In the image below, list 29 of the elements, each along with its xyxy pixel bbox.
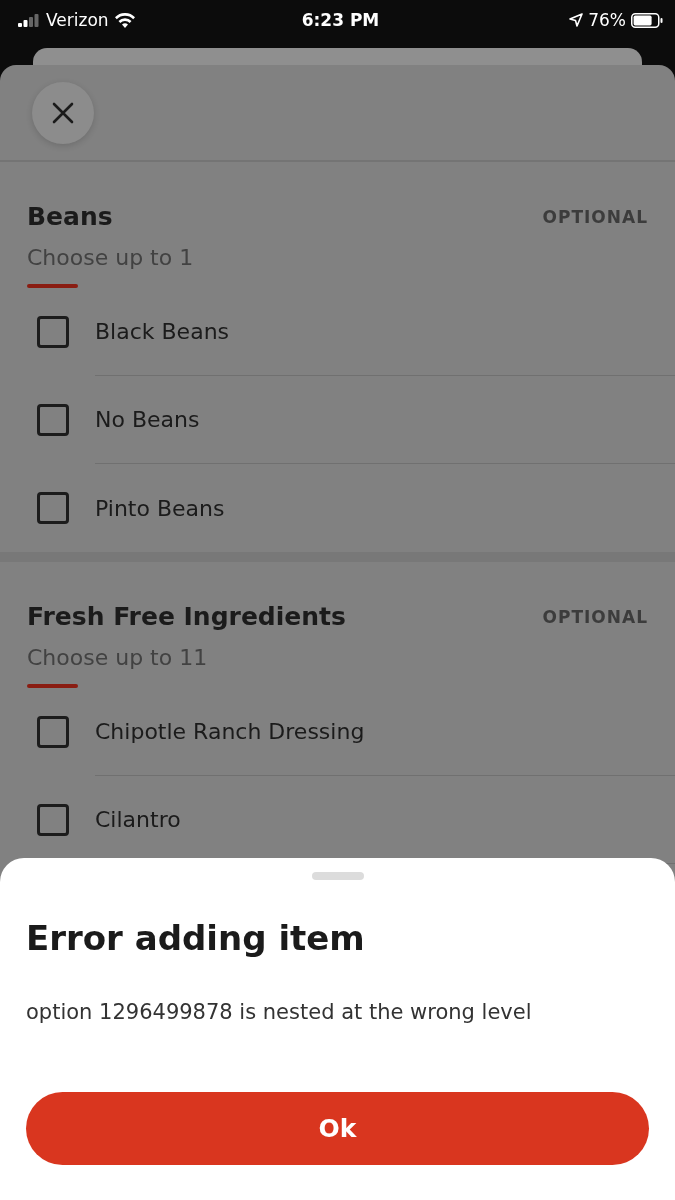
signal-icon <box>18 13 40 27</box>
carrier-name: Verizon <box>46 10 109 30</box>
option-label: Black Beans <box>95 288 675 376</box>
optional-label: OPTIONAL <box>542 606 648 627</box>
section-title: Beans <box>27 202 113 231</box>
accent-underline <box>27 684 78 688</box>
checkbox[interactable] <box>37 404 69 436</box>
option-label: Chipotle Ranch Dressing <box>95 688 675 776</box>
error-message: option 1296499878 is nested at the wrong level <box>26 1000 533 1024</box>
close-icon <box>52 101 74 124</box>
option-label: No Beans <box>95 376 675 464</box>
location-arrow-icon <box>569 13 584 27</box>
clock-time: 6:23 PM <box>301 10 380 30</box>
accent-underline <box>27 284 78 288</box>
battery-icon <box>631 12 663 28</box>
section-title: Fresh Free Ingredients <box>27 602 346 631</box>
battery-percent: 76% <box>588 10 626 30</box>
checkbox[interactable] <box>37 716 69 748</box>
drag-handle[interactable] <box>311 872 364 880</box>
section-subtitle: Choose up to 11 <box>27 645 209 670</box>
section-subtitle: Choose up to 1 <box>27 245 195 270</box>
optional-label: OPTIONAL <box>542 206 648 227</box>
wifi-icon <box>114 12 135 28</box>
checkbox[interactable] <box>37 492 69 524</box>
option-label: Pinto Beans <box>95 494 226 523</box>
ok-button[interactable]: Ok <box>26 1092 649 1165</box>
dialog-title: Error adding item <box>26 918 366 958</box>
checkbox[interactable] <box>37 804 69 836</box>
checkbox[interactable] <box>37 316 69 348</box>
